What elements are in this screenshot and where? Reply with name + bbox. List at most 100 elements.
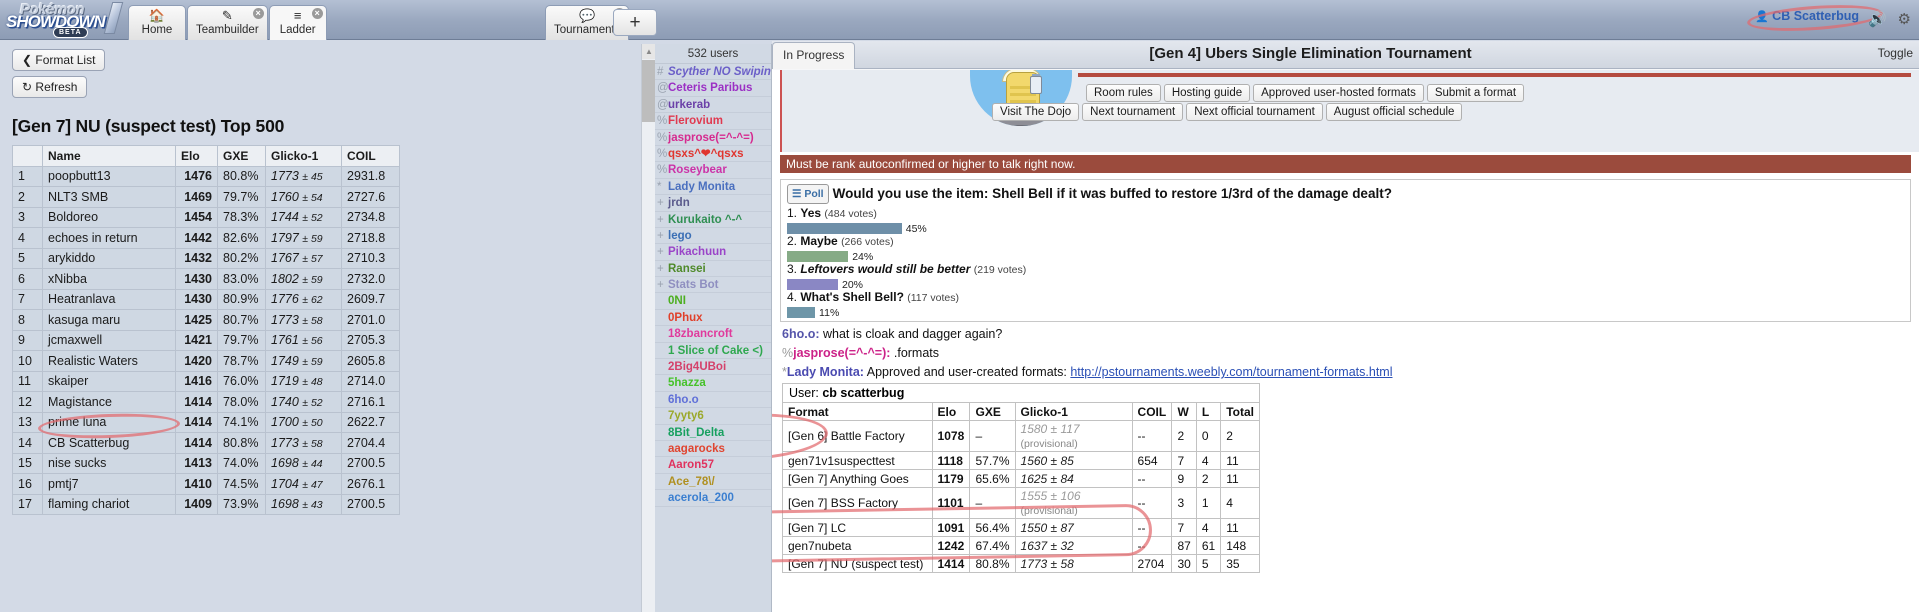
userlist-body: # Scyther NO Swiping @Ceteris Paribus @urke… xyxy=(655,64,771,507)
chat-author[interactable]: 6ho.o: xyxy=(782,327,820,341)
list-item[interactable]: %Roseybear xyxy=(655,162,771,179)
ladder-name[interactable]: Heatranlava xyxy=(42,288,176,310)
list-item[interactable]: 0Phux xyxy=(655,310,771,327)
ladder-name[interactable]: skaiper xyxy=(42,370,176,392)
list-item[interactable]: 8Bit_Delta xyxy=(655,425,771,441)
scrollbar-thumb[interactable] xyxy=(642,60,656,122)
room-button-room-rules[interactable]: Room rules xyxy=(1086,84,1161,102)
room-button-visit-the-dojo[interactable]: Visit The Dojo xyxy=(992,103,1080,121)
app-logo[interactable]: Pokémon SHOWDOWN BETA xyxy=(4,0,126,40)
list-item[interactable]: + Stats Bot xyxy=(655,277,771,294)
stats-elo: 1118 xyxy=(931,451,971,470)
list-item[interactable]: 2Big4UBoi xyxy=(655,359,771,376)
poll-option[interactable]: 2. Maybe (266 votes) 24% xyxy=(787,234,1904,263)
table-row[interactable]: 12 Magistance 1414 78.0% 1740 ± 52 2716.1 xyxy=(12,391,400,413)
ladder-name[interactable]: flaming chariot xyxy=(42,493,176,515)
list-item[interactable]: %Flerovium xyxy=(655,113,771,130)
poll-option[interactable]: 4. What's Shell Bell? (117 votes) 11% xyxy=(787,290,1904,319)
tab-ladder-label: Ladder xyxy=(279,24,316,36)
table-row[interactable]: 15 nise sucks 1413 74.0% 1698 ± 44 2700.5 xyxy=(12,452,400,474)
chat-author[interactable]: jasprose(=^-^=): xyxy=(793,346,890,360)
list-item[interactable]: * Lady Monita xyxy=(655,179,771,196)
list-item[interactable]: + Pikachuun xyxy=(655,244,771,261)
poll-option[interactable]: 3. Leftovers would still be better (219 … xyxy=(787,262,1904,291)
list-item[interactable]: %jasprose(=^-^=) xyxy=(655,130,771,146)
list-item[interactable]: %qsxs^❤^qsxs xyxy=(655,146,771,163)
list-item[interactable]: + lego xyxy=(655,228,771,245)
list-item[interactable]: Ace_78\/ xyxy=(655,474,771,491)
ladder-name[interactable]: Realistic Waters xyxy=(42,350,176,372)
ladder-name[interactable]: xNibba xyxy=(42,268,176,290)
list-item[interactable]: # Scyther NO Swiping xyxy=(655,64,771,81)
table-row[interactable]: 14 CB Scatterbug 1414 80.8% 1773 ± 58 2704.4 xyxy=(12,432,400,454)
room-button-next-tournament[interactable]: Next tournament xyxy=(1082,103,1184,121)
room-button-next-official-tournament[interactable]: Next official tournament xyxy=(1186,103,1323,121)
userlist-scrollbar[interactable]: ▲ xyxy=(641,44,656,612)
list-item[interactable]: 1 Slice of Cake <) xyxy=(655,343,771,360)
chat-link[interactable]: http://pstournaments.weebly.com/tourname… xyxy=(1070,365,1392,379)
ladder-name[interactable]: pmtj7 xyxy=(42,473,176,495)
table-row[interactable]: 10 Realistic Waters 1420 78.7% 1749 ± 59 2605… xyxy=(12,350,400,372)
ladder-name[interactable]: prime luna xyxy=(42,411,176,433)
list-item[interactable]: 18zbancroft xyxy=(655,326,771,343)
list-item[interactable]: aagarocks xyxy=(655,441,771,458)
close-icon[interactable]: × xyxy=(311,8,323,19)
table-row[interactable]: 3 Boldoreo 1454 78.3% 1744 ± 52 2734.8 xyxy=(12,206,400,228)
ladder-name[interactable]: jcmaxwell xyxy=(42,329,176,351)
volume-icon[interactable]: 🔊 xyxy=(1868,10,1887,28)
list-item[interactable]: + Kurukaito ^-^ xyxy=(655,212,771,228)
table-row[interactable]: 7 Heatranlava 1430 80.9% 1776 ± 62 2609.7 xyxy=(12,288,400,310)
room-button-hosting-guide[interactable]: Hosting guide xyxy=(1163,84,1251,102)
list-item[interactable]: 5hazza xyxy=(655,375,771,392)
stats-gxe: 57.7% xyxy=(969,451,1016,470)
table-row[interactable]: 5 arykiddo 1432 80.2% 1767 ± 57 2710.3 xyxy=(12,247,400,269)
ladder-name[interactable]: NLT3 SMB xyxy=(42,186,176,208)
table-row[interactable]: 13 prime luna 1414 74.1% 1700 ± 50 2622.7 xyxy=(12,411,400,433)
table-row[interactable]: 9 jcmaxwell 1421 79.7% 1761 ± 56 2705.3 xyxy=(12,329,400,351)
ladder-name[interactable]: echoes in return xyxy=(42,227,176,249)
table-row[interactable]: 6 xNibba 1430 83.0% 1802 ± 59 2732.0 xyxy=(12,268,400,290)
list-item[interactable]: Aaron57 xyxy=(655,457,771,474)
list-item[interactable]: 6ho.o xyxy=(655,392,771,409)
list-item[interactable]: @urkerab xyxy=(655,97,771,114)
scroll-up-icon[interactable]: ▲ xyxy=(642,44,656,59)
list-item[interactable]: acerola_200 xyxy=(655,490,771,507)
add-tab-button[interactable]: + xyxy=(613,9,657,36)
table-row[interactable]: 17 flaming chariot 1409 73.9% 1698 ± 43 2700.… xyxy=(12,493,400,515)
tab-teambuilder[interactable]: ✎ Teambuilder × xyxy=(187,5,268,40)
toggle-button[interactable]: Toggle xyxy=(1878,46,1913,60)
refresh-button[interactable]: ↻ Refresh xyxy=(12,76,88,98)
chat-author[interactable]: Lady Monita: xyxy=(787,365,864,379)
ladder-name[interactable]: Boldoreo xyxy=(42,206,176,228)
tab-ladder[interactable]: ≡ Ladder × xyxy=(268,5,327,40)
close-icon[interactable]: × xyxy=(252,8,264,19)
room-button-submit-a-format[interactable]: Submit a format xyxy=(1426,84,1525,102)
table-row[interactable]: 1 poopbutt13 1476 80.8% 1773 ± 45 2931.8 xyxy=(12,165,400,187)
list-item[interactable]: + jrdn xyxy=(655,195,771,212)
user-menu-button[interactable]: 👤 CB Scatterbug xyxy=(1755,9,1859,29)
table-row[interactable]: 16 pmtj7 1410 74.5% 1704 ± 47 2676.1 xyxy=(12,473,400,495)
list-item[interactable]: @Ceteris Paribus xyxy=(655,80,771,97)
ladder-name[interactable]: CB Scatterbug xyxy=(42,432,176,454)
table-row[interactable]: 2 NLT3 SMB 1469 79.7% 1760 ± 54 2727.6 xyxy=(12,186,400,208)
list-item[interactable]: + Ransei xyxy=(655,261,771,278)
ladder-name[interactable]: kasuga maru xyxy=(42,309,176,331)
table-row[interactable]: 4 echoes in return 1442 82.6% 1797 ± 59 2718.… xyxy=(12,227,400,249)
stats-losses: 2 xyxy=(1195,469,1222,488)
format-list-button[interactable]: ❮ Format List xyxy=(12,49,106,71)
ladder-name[interactable]: Magistance xyxy=(42,391,176,413)
ladder-name[interactable]: nise sucks xyxy=(42,452,176,474)
gear-icon[interactable]: ⚙ xyxy=(1898,10,1911,28)
ladder-gxe: 79.7% xyxy=(217,186,266,208)
table-row[interactable]: 8 kasuga maru 1425 80.7% 1773 ± 58 2701.0 xyxy=(12,309,400,331)
list-item[interactable]: 7yyty6 xyxy=(655,408,771,425)
list-item[interactable]: 0NI xyxy=(655,293,771,310)
ladder-name[interactable]: poopbutt13 xyxy=(42,165,176,187)
tab-home[interactable]: 🏠 Home xyxy=(128,5,186,40)
table-row[interactable]: 11 skaiper 1416 76.0% 1719 ± 48 2714.0 xyxy=(12,370,400,392)
poll-option[interactable]: 1. Yes (484 votes) 45% xyxy=(787,206,1904,235)
room-button-august-official-schedule[interactable]: August official schedule xyxy=(1325,103,1463,121)
ladder-name[interactable]: arykiddo xyxy=(42,247,176,269)
room-button-approved-user-hosted-formats[interactable]: Approved user-hosted formats xyxy=(1253,84,1424,102)
ladder-elo: 1416 xyxy=(175,370,218,392)
